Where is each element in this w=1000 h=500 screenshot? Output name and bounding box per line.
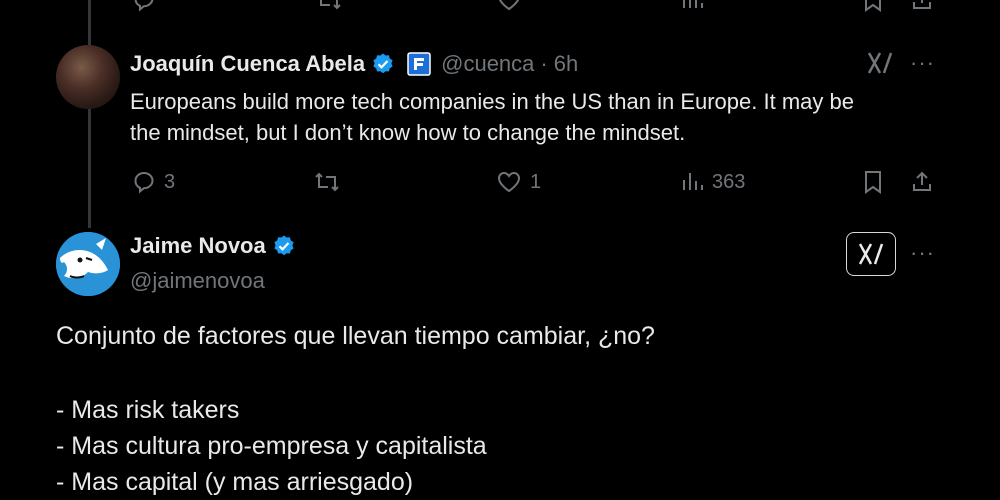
tweet-header: Joaquín Cuenca Abela @cuenca · 6h [130,48,578,80]
timestamp[interactable]: 6h [554,51,578,77]
grok-icon [857,241,885,267]
views-icon[interactable] [680,0,704,12]
separator-dot: · [540,51,548,76]
bookmark-icon[interactable] [862,170,884,194]
affiliate-badge-icon[interactable] [407,52,431,76]
author-name[interactable]: Joaquín Cuenca Abela [130,51,365,77]
reply-count: 3 [164,170,176,193]
reply-icon[interactable] [132,0,156,12]
views-button[interactable]: 363 [680,170,745,194]
reply-icon [132,170,156,194]
author-name[interactable]: Jaime Novoa [130,233,266,259]
bookmark-icon[interactable] [862,0,884,12]
grok-icon[interactable] [866,50,894,76]
previous-tweet-actions: 4 5 535 [0,0,1000,12]
tweet-body-line: - Mas risk takers [56,396,240,424]
author-handle[interactable]: @jaimenovoa [130,268,265,294]
share-icon[interactable] [910,170,934,194]
thread-connector-line [88,0,91,228]
like-count: 1 [530,170,542,193]
tweet-body-line: - Mas cultura pro-empresa y capitalista [56,432,487,460]
avatar[interactable] [56,232,120,296]
avatar[interactable] [56,45,120,109]
retweet-button[interactable] [314,170,348,194]
tweet-text-line: Europeans build more tech companies in t… [130,89,854,114]
more-options-button[interactable]: ··· [910,50,935,76]
previous-like-count: 5 [528,0,539,5]
views-count: 363 [712,170,746,193]
tweet-header: Jaime Novoa [130,233,296,259]
views-icon [680,170,704,194]
verified-badge-icon [272,234,296,258]
tweet-body-line: Conjunto de factores que llevan tiempo c… [56,322,655,350]
verified-badge-icon [371,52,395,76]
grok-button[interactable] [846,232,896,276]
share-icon[interactable] [910,0,934,12]
reply-button[interactable]: 3 [132,170,175,194]
like-icon [496,170,522,194]
author-handle[interactable]: @cuenca [441,51,534,77]
retweet-icon [314,170,340,194]
more-options-button[interactable]: ··· [910,240,935,266]
retweet-icon[interactable] [316,0,342,12]
unicorn-avatar-icon [56,232,120,296]
tweet-body-line: - Mas capital (y mas arriesgado) [56,468,414,496]
previous-reply-count: 4 [162,0,173,5]
like-button[interactable]: 1 [496,170,541,194]
previous-views-count: 535 [710,0,743,5]
like-icon[interactable] [496,0,522,12]
tweet-text-line: the mindset, but I don’t know how to cha… [130,120,686,145]
tweet-text: Europeans build more tech companies in t… [130,86,950,148]
